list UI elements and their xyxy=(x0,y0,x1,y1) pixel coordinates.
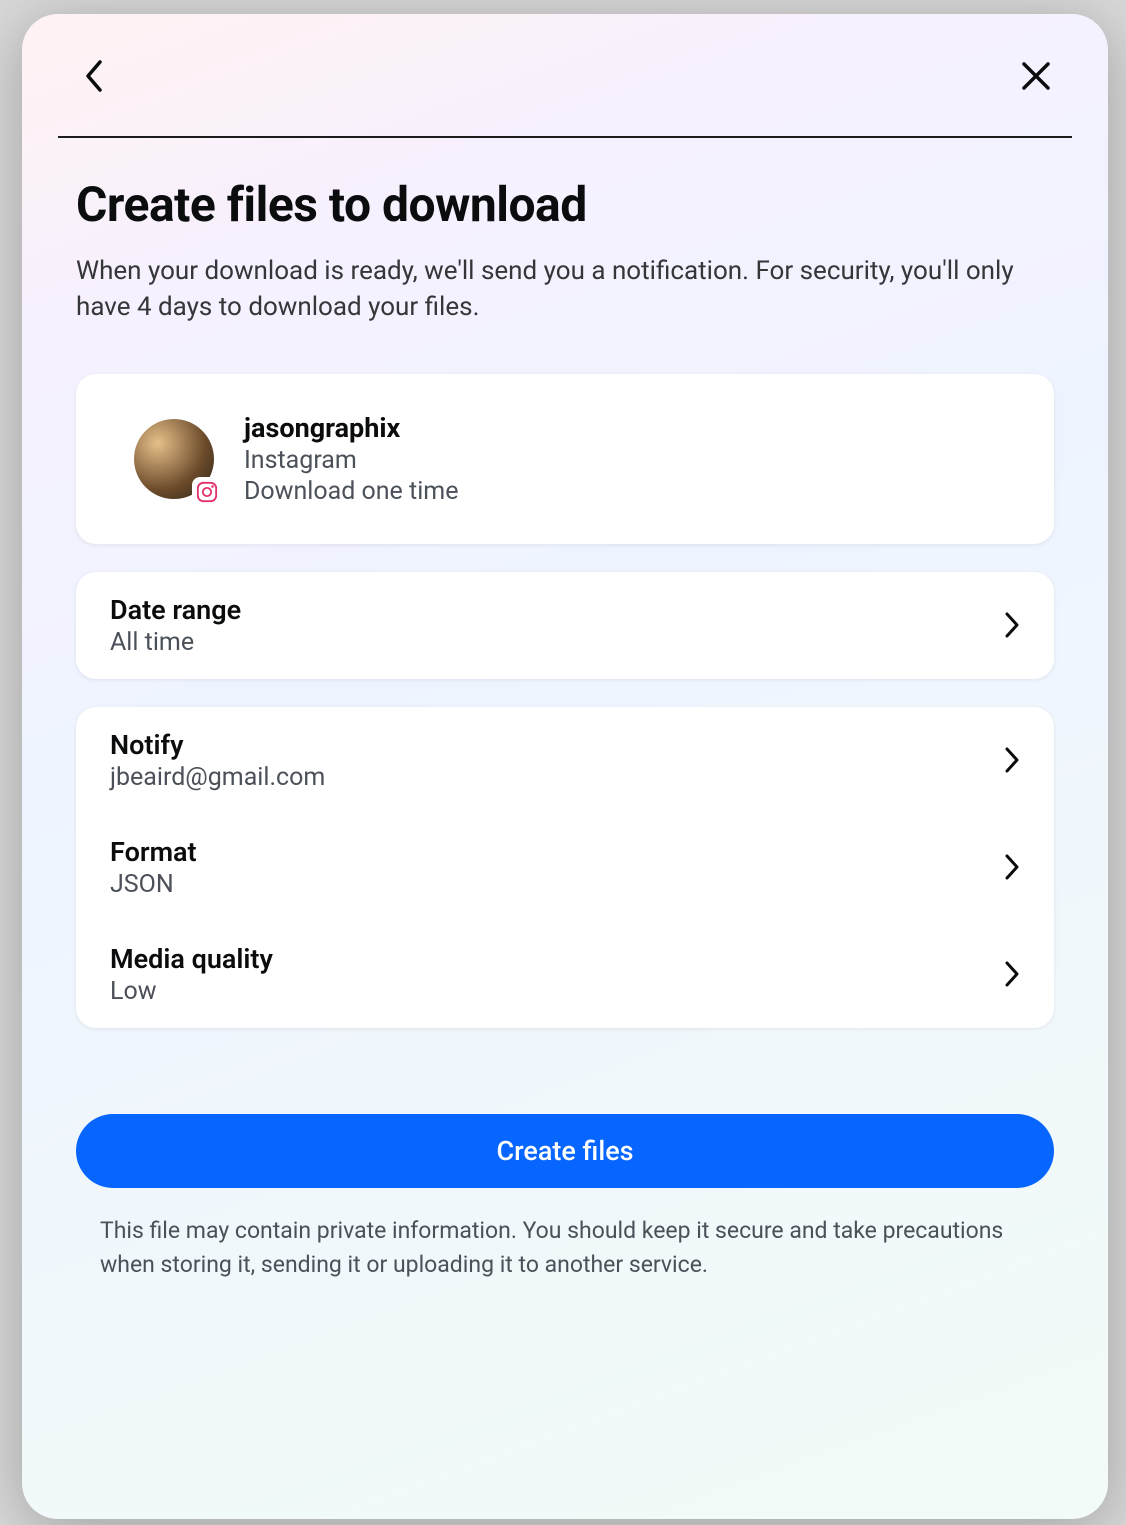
notify-text: Notify jbeaird@gmail.com xyxy=(110,729,325,792)
chevron-right-icon xyxy=(1004,746,1020,774)
back-button[interactable] xyxy=(76,58,112,94)
page-title: Create files to download xyxy=(76,176,1054,233)
account-username: jasongraphix xyxy=(244,412,458,444)
close-icon xyxy=(1020,60,1052,92)
chevron-right-icon xyxy=(1004,853,1020,881)
chevron-right-icon xyxy=(1004,611,1020,639)
format-text: Format JSON xyxy=(110,836,197,899)
footer-security-note: This file may contain private informatio… xyxy=(76,1214,1054,1283)
date-range-value: All time xyxy=(110,628,241,657)
date-range-card: Date range All time xyxy=(76,572,1054,679)
notify-value: jbeaird@gmail.com xyxy=(110,763,325,792)
account-note: Download one time xyxy=(244,477,458,506)
media-quality-row[interactable]: Media quality Low xyxy=(76,921,1054,1028)
chevron-right-icon xyxy=(1004,960,1020,988)
create-files-button[interactable]: Create files xyxy=(76,1114,1054,1188)
modal-header xyxy=(58,58,1072,138)
download-modal: Create files to download When your downl… xyxy=(22,14,1108,1519)
account-platform: Instagram xyxy=(244,446,458,475)
date-range-row[interactable]: Date range All time xyxy=(76,572,1054,679)
modal-content: Create files to download When your downl… xyxy=(58,176,1072,1283)
format-value: JSON xyxy=(110,870,197,899)
account-card: jasongraphix Instagram Download one time xyxy=(76,374,1054,544)
media-quality-text: Media quality Low xyxy=(110,943,273,1006)
media-quality-value: Low xyxy=(110,977,273,1006)
media-quality-label: Media quality xyxy=(110,943,273,975)
avatar-container xyxy=(134,419,214,499)
close-button[interactable] xyxy=(1018,58,1054,94)
page-subtitle: When your download is ready, we'll send … xyxy=(76,253,1054,326)
instagram-icon xyxy=(196,481,218,503)
account-info: jasongraphix Instagram Download one time xyxy=(244,412,458,506)
format-row[interactable]: Format JSON xyxy=(76,814,1054,921)
date-range-label: Date range xyxy=(110,594,241,626)
instagram-badge xyxy=(192,477,222,507)
notify-row[interactable]: Notify jbeaird@gmail.com xyxy=(76,707,1054,814)
date-range-text: Date range All time xyxy=(110,594,241,657)
settings-card: Notify jbeaird@gmail.com Format JSON M xyxy=(76,707,1054,1028)
notify-label: Notify xyxy=(110,729,325,761)
chevron-left-icon xyxy=(84,59,104,93)
format-label: Format xyxy=(110,836,197,868)
